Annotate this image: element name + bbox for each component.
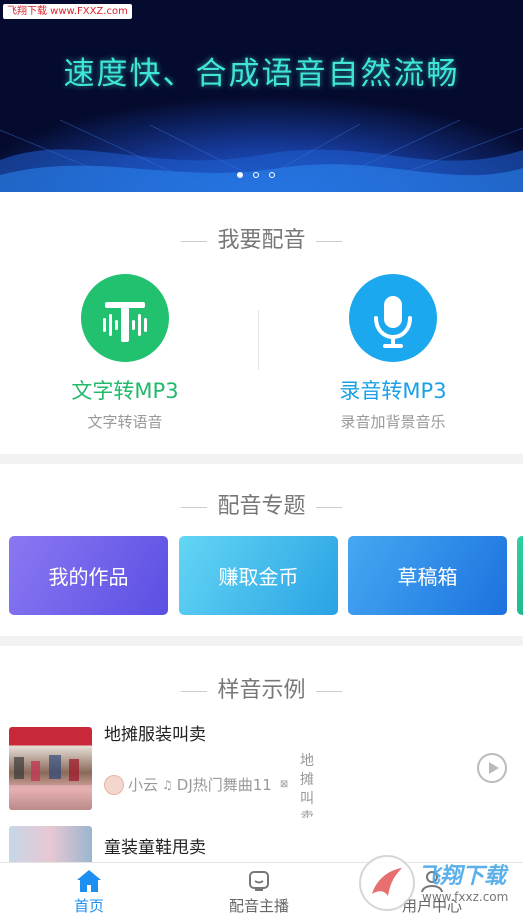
tag-icon: ⊠ xyxy=(279,779,289,790)
microphone-icon xyxy=(349,274,437,362)
text-wave-icon xyxy=(81,274,169,362)
record-to-mp3-sub: 录音加背景音乐 xyxy=(340,413,446,431)
sample-title: 童装童鞋甩卖 xyxy=(104,838,206,858)
topic-card-partial[interactable] xyxy=(517,536,523,615)
carousel-dot[interactable] xyxy=(253,172,259,178)
earn-coins-card[interactable]: 赚取金币 xyxy=(179,536,338,615)
text-to-mp3-label: 文字转MP3 xyxy=(71,379,179,403)
my-works-label: 我的作品 xyxy=(48,565,129,589)
music-note-icon: ♫ xyxy=(162,777,173,792)
tab-anchors[interactable]: 配音主播 xyxy=(172,863,346,917)
dubbing-divider xyxy=(258,310,259,370)
watermark: 飞翔下载 www.FXXZ.com xyxy=(3,4,132,19)
sample-meta: 小云 ♫ DJ热门舞曲11 ⊠ xyxy=(104,774,288,795)
banner-headline: 速度快、合成语音自然流畅 xyxy=(63,56,460,92)
play-button[interactable] xyxy=(477,753,507,783)
sample-category: 地摊叫卖 xyxy=(300,753,314,818)
drafts-card[interactable]: 草稿箱 xyxy=(348,536,507,615)
site-watermark-logo: 飞翔下载 www.fxxz.com xyxy=(358,852,520,914)
record-to-mp3-option[interactable]: 录音转MP3 录音加背景音乐 xyxy=(293,272,493,442)
sample-author: 小云 xyxy=(128,776,159,794)
sample-title: 地摊服装叫卖 xyxy=(104,725,206,745)
tab-anchors-label: 配音主播 xyxy=(228,897,289,915)
home-icon xyxy=(77,870,101,892)
carousel-dot[interactable] xyxy=(269,172,275,178)
topics-section-title: 配音专题 xyxy=(0,488,523,520)
dubbing-section-title: 我要配音 xyxy=(0,222,523,254)
my-works-card[interactable]: 我的作品 xyxy=(9,536,168,615)
author-avatar xyxy=(104,774,124,795)
sample-music: DJ热门舞曲11 xyxy=(176,776,272,794)
tab-home-label: 首页 xyxy=(73,897,104,915)
sample-thumbnail xyxy=(9,727,92,810)
tab-home[interactable]: 首页 xyxy=(2,863,176,917)
carousel-indicator xyxy=(237,172,275,178)
record-to-mp3-label: 录音转MP3 xyxy=(339,379,447,403)
banner-wave-graphic xyxy=(0,120,523,192)
banner-carousel[interactable]: 速度快、合成语音自然流畅 xyxy=(0,0,523,192)
text-to-mp3-sub: 文字转语音 xyxy=(87,413,163,431)
samples-section-title: 样音示例 xyxy=(0,672,523,704)
earn-coins-label: 赚取金币 xyxy=(218,565,299,589)
text-to-mp3-option[interactable]: 文字转MP3 文字转语音 xyxy=(25,272,225,442)
sample-thumbnail xyxy=(9,826,92,862)
anchor-headset-icon xyxy=(249,871,269,891)
carousel-dot-active[interactable] xyxy=(237,172,243,178)
drafts-label: 草稿箱 xyxy=(397,565,458,589)
